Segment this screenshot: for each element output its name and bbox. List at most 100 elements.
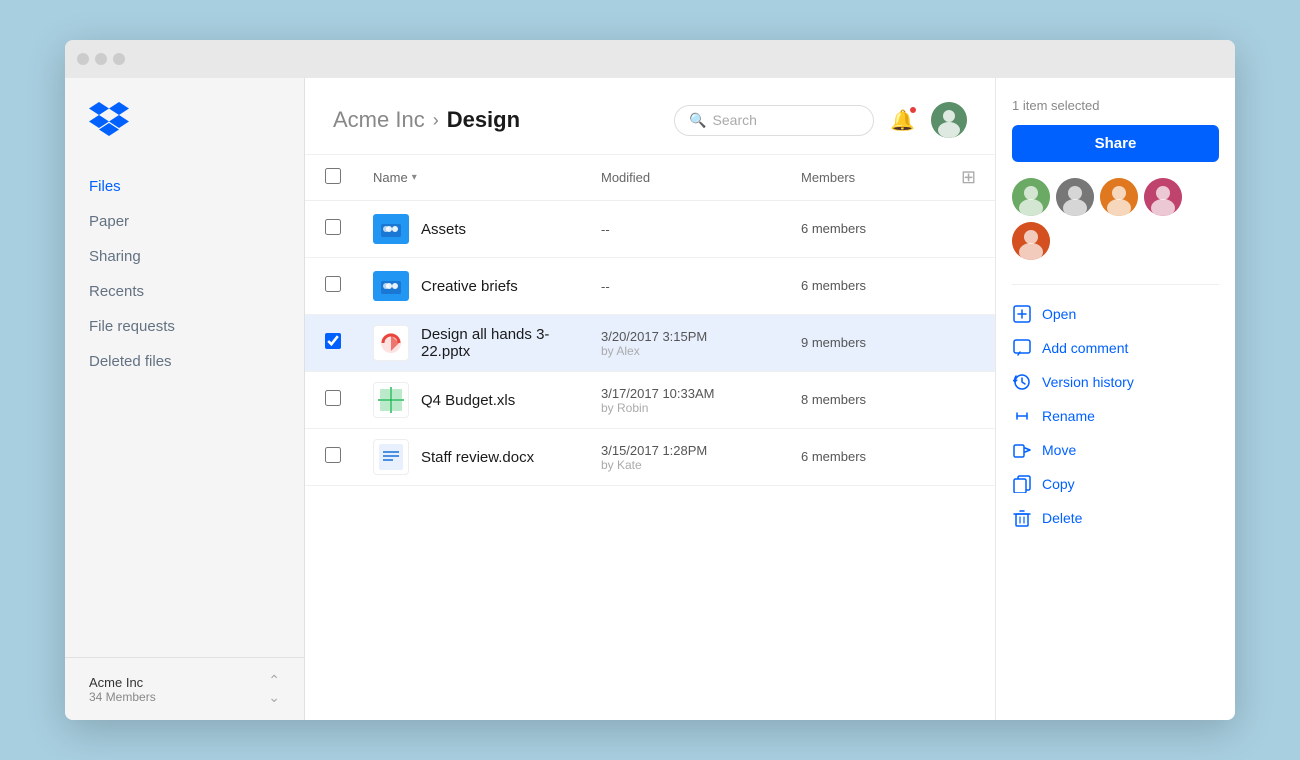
row-checkbox[interactable] xyxy=(325,390,341,406)
dropbox-logo-icon xyxy=(89,102,129,136)
sort-icon: ▾ xyxy=(412,172,417,183)
members-count: 8 members xyxy=(801,392,866,407)
action-rename[interactable]: Rename xyxy=(1012,399,1219,433)
modified-by: by Alex xyxy=(601,344,769,358)
history-icon xyxy=(1012,373,1032,391)
file-table: Name ▾ Modified Members ⊞ xyxy=(305,155,995,486)
open-icon xyxy=(1012,305,1032,323)
right-panel: 1 item selected Share Open xyxy=(995,78,1235,720)
modified-by: by Robin xyxy=(601,401,769,415)
table-row[interactable]: Creative briefs -- 6 members xyxy=(305,258,995,315)
modified-date: 3/17/2017 10:33AM xyxy=(601,386,769,401)
member-avatars xyxy=(1012,178,1219,260)
member-avatar[interactable] xyxy=(1012,178,1050,216)
selected-count: 1 item selected xyxy=(1012,98,1219,113)
action-version-history[interactable]: Version history xyxy=(1012,365,1219,399)
members-count: 9 members xyxy=(801,335,866,350)
row-checkbox[interactable] xyxy=(325,219,341,235)
th-members: Members xyxy=(785,155,945,201)
row-checkbox[interactable] xyxy=(325,276,341,292)
table-row[interactable]: Staff review.docx 3/15/2017 1:28PM by Ka… xyxy=(305,429,995,486)
row-extra-cell xyxy=(945,429,995,486)
maximize-btn[interactable] xyxy=(113,53,125,65)
row-checkbox-cell xyxy=(305,315,357,372)
modified-date: 3/20/2017 3:15PM xyxy=(601,329,769,344)
file-table-body: Assets -- 6 members Creative br xyxy=(305,201,995,486)
action-delete[interactable]: Delete xyxy=(1012,501,1219,535)
row-checkbox-cell xyxy=(305,429,357,486)
action-move[interactable]: Move xyxy=(1012,433,1219,467)
row-extra-cell xyxy=(945,201,995,258)
comment-icon xyxy=(1012,339,1032,357)
members-column-label: Members xyxy=(801,170,855,185)
select-all-checkbox[interactable] xyxy=(325,168,341,184)
th-grid[interactable]: ⊞ xyxy=(945,155,995,201)
user-avatar[interactable] xyxy=(931,102,967,138)
traffic-lights xyxy=(77,53,125,65)
name-column-label: Name xyxy=(373,170,408,185)
row-checkbox[interactable] xyxy=(325,447,341,463)
table-row[interactable]: Q4 Budget.xls 3/17/2017 10:33AM by Robin… xyxy=(305,372,995,429)
action-list: Open Add comment Version history Rename … xyxy=(1012,297,1219,535)
grid-view-icon[interactable]: ⊞ xyxy=(961,167,976,187)
row-checkbox-cell xyxy=(305,258,357,315)
org-switcher[interactable]: ⌃⌄ xyxy=(268,672,280,706)
minimize-btn[interactable] xyxy=(95,53,107,65)
row-modified-cell: 3/15/2017 1:28PM by Kate xyxy=(585,429,785,486)
row-name-cell: Design all hands 3-22.pptx xyxy=(357,315,585,372)
row-members-cell: 6 members xyxy=(785,429,945,486)
row-members-cell: 8 members xyxy=(785,372,945,429)
row-members-cell: 6 members xyxy=(785,201,945,258)
file-icon xyxy=(373,268,409,304)
modified-column-label: Modified xyxy=(601,170,650,185)
member-avatar[interactable] xyxy=(1144,178,1182,216)
search-box[interactable]: 🔍 xyxy=(674,105,874,136)
sidebar-item-files[interactable]: Files xyxy=(65,169,304,204)
file-name: Design all hands 3-22.pptx xyxy=(421,326,569,360)
sidebar: Files Paper Sharing Recents File request… xyxy=(65,78,305,720)
row-checkbox[interactable] xyxy=(325,333,341,349)
members-count: 6 members xyxy=(801,278,866,293)
sidebar-item-file-requests[interactable]: File requests xyxy=(65,309,304,344)
share-button[interactable]: Share xyxy=(1012,125,1219,162)
sidebar-nav: Files Paper Sharing Recents File request… xyxy=(65,169,304,657)
file-icon xyxy=(373,439,409,475)
search-input[interactable] xyxy=(713,112,860,128)
modified-by: by Kate xyxy=(601,458,769,472)
sidebar-item-recents[interactable]: Recents xyxy=(65,274,304,309)
action-copy[interactable]: Copy xyxy=(1012,467,1219,501)
move-icon xyxy=(1012,441,1032,459)
row-modified-cell: -- xyxy=(585,258,785,315)
notification-bell-button[interactable]: 🔔 xyxy=(886,104,919,137)
member-avatar[interactable] xyxy=(1100,178,1138,216)
th-name[interactable]: Name ▾ xyxy=(357,155,585,201)
breadcrumb-parent: Acme Inc xyxy=(333,107,425,133)
action-label: Delete xyxy=(1042,510,1082,526)
table-row[interactable]: Design all hands 3-22.pptx 3/20/2017 3:1… xyxy=(305,315,995,372)
row-name-cell: Creative briefs xyxy=(357,258,585,315)
notification-dot xyxy=(909,106,917,114)
file-name: Creative briefs xyxy=(421,278,518,295)
search-icon: 🔍 xyxy=(689,112,706,129)
member-avatar[interactable] xyxy=(1056,178,1094,216)
file-area: Name ▾ Modified Members ⊞ xyxy=(305,155,995,720)
file-icon xyxy=(373,211,409,247)
org-name: Acme Inc xyxy=(89,675,156,690)
breadcrumb-current: Design xyxy=(447,107,520,133)
modified-date: -- xyxy=(601,222,769,237)
member-avatar[interactable] xyxy=(1012,222,1050,260)
divider xyxy=(1012,284,1219,285)
close-btn[interactable] xyxy=(77,53,89,65)
file-icon xyxy=(373,325,409,361)
sidebar-item-deleted-files[interactable]: Deleted files xyxy=(65,344,304,379)
table-row[interactable]: Assets -- 6 members xyxy=(305,201,995,258)
content-area: Acme Inc › Design 🔍 🔔 xyxy=(305,78,995,720)
action-add-comment[interactable]: Add comment xyxy=(1012,331,1219,365)
row-modified-cell: -- xyxy=(585,201,785,258)
sidebar-item-paper[interactable]: Paper xyxy=(65,204,304,239)
main-area: Files Paper Sharing Recents File request… xyxy=(65,78,1235,720)
th-checkbox xyxy=(305,155,357,201)
action-open[interactable]: Open xyxy=(1012,297,1219,331)
sidebar-item-sharing[interactable]: Sharing xyxy=(65,239,304,274)
file-name: Staff review.docx xyxy=(421,449,534,466)
